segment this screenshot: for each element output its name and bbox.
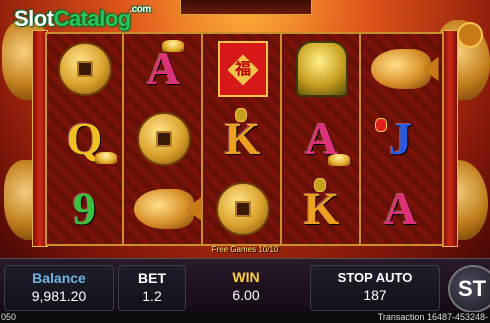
bet-label: BET xyxy=(138,270,166,286)
bet-panel[interactable]: BET 1.2 xyxy=(118,265,186,311)
game-title-plaque xyxy=(180,0,312,15)
reel-symbol-koi xyxy=(126,174,202,244)
reel-symbol-k: K xyxy=(205,104,280,174)
reel-symbol-coin xyxy=(205,174,280,244)
letter-a-symbol: A xyxy=(383,183,418,234)
reel-symbol-coin xyxy=(47,34,122,104)
win-panel: WIN 6.00 xyxy=(190,265,302,309)
bet-value: 1.2 xyxy=(142,288,162,304)
letter-k-symbol: K xyxy=(303,183,340,234)
footer-bar: 050 Transaction 16487-453248- xyxy=(0,312,490,323)
reel-symbol-a: A xyxy=(126,34,201,104)
reel-2: A xyxy=(126,34,203,244)
reel-1: Q 9 xyxy=(47,34,124,244)
red-envelope-icon: 福 xyxy=(217,41,268,97)
reel-5: J A xyxy=(363,34,439,244)
stop-auto-label: STOP AUTO xyxy=(337,270,413,285)
number-9-symbol: 9 xyxy=(73,183,96,234)
reel-symbol-koi xyxy=(363,34,439,104)
coin-icon xyxy=(215,182,270,236)
foo-dog-icon xyxy=(295,41,348,97)
reel-symbol-foo-dog xyxy=(284,34,359,104)
gold-ingot-icon xyxy=(95,152,117,164)
spin-button-label: ST xyxy=(458,276,487,301)
stop-auto-button[interactable]: STOP AUTO 187 xyxy=(310,265,440,311)
pagoda-icon xyxy=(235,108,247,122)
watermark-com: .com xyxy=(129,4,151,15)
reel-symbol-coin xyxy=(126,104,201,174)
watermark-slot: Slot xyxy=(14,6,54,31)
gold-ingot-icon xyxy=(328,154,350,166)
balance-value: 9,981.20 xyxy=(31,288,87,304)
balance-panel: Balance 9,981.20 xyxy=(4,265,114,311)
reel-3: 福 K xyxy=(205,34,282,244)
coin-icon xyxy=(136,112,191,166)
reel-symbol-j: J xyxy=(363,104,438,174)
spin-button[interactable]: ST xyxy=(448,265,490,313)
letter-k-symbol: K xyxy=(224,113,261,164)
gold-ingot-icon xyxy=(162,40,184,52)
pagoda-icon xyxy=(314,178,326,192)
settings-gear-icon[interactable] xyxy=(457,22,483,48)
balance-label: Balance xyxy=(32,270,86,286)
reel-symbol-a: A xyxy=(363,174,438,244)
stop-auto-count: 187 xyxy=(363,287,387,303)
reel-symbol-envelope: 福 xyxy=(205,34,280,104)
watermark-catalog: Catalog xyxy=(53,6,132,31)
slotcatalog-watermark: SlotCatalog .com xyxy=(14,4,151,32)
lantern-icon xyxy=(375,118,387,132)
koi-fish-icon xyxy=(133,189,202,229)
footer-left-text: 050 xyxy=(1,312,17,322)
reel-symbol-a: A xyxy=(284,104,359,174)
letter-j-symbol: J xyxy=(389,113,412,164)
free-games-counter: Free Games 10/10 xyxy=(211,245,279,254)
bottom-control-bar: Balance 9,981.20 BET 1.2 WIN 6.00 STOP A… xyxy=(0,258,490,313)
coin-icon xyxy=(57,42,112,96)
win-label: WIN xyxy=(232,269,260,285)
right-pillar xyxy=(442,30,458,247)
win-value: 6.00 xyxy=(232,287,260,303)
reel-grid: Q 9 A 福 K A K J A xyxy=(45,32,444,246)
koi-fish-icon xyxy=(370,49,439,89)
reel-symbol-q: Q xyxy=(47,104,122,174)
letter-a-symbol: A xyxy=(146,43,181,94)
reel-symbol-9: 9 xyxy=(47,174,122,244)
reel-4: A K xyxy=(284,34,361,244)
transaction-id: Transaction 16487-453248- xyxy=(377,312,488,322)
reel-symbol-k: K xyxy=(284,174,359,244)
